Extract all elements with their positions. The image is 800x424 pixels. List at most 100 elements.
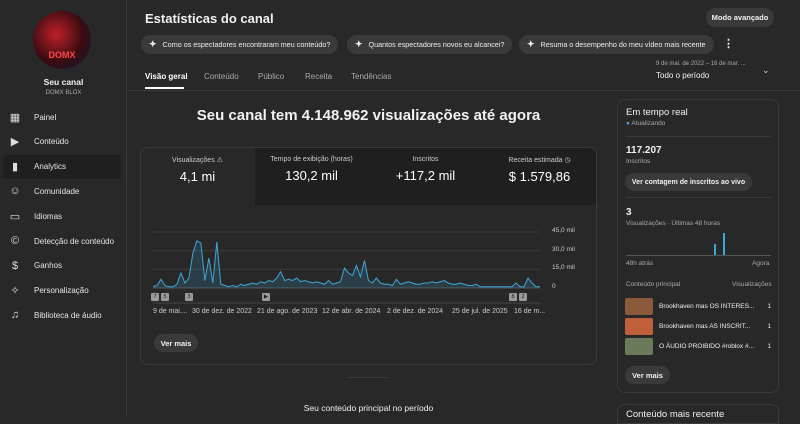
metric-label: Receita estimada (508, 157, 563, 164)
axis-right-label: Agora (752, 260, 770, 267)
copyright-icon: © (10, 235, 20, 247)
x-tick-label: 25 de jul. de 2025 (452, 308, 508, 315)
video-views: 1 (767, 302, 771, 310)
dollar-icon: $ (11, 259, 19, 272)
divider (128, 90, 800, 91)
sidebar-item-label: Analytics (34, 162, 67, 172)
metric-label: Inscritos (412, 156, 439, 163)
realtime-bar[interactable] (713, 244, 716, 255)
sidebar-item-8[interactable]: ♫ Biblioteca de áudio (3, 303, 121, 327)
see-more-button[interactable]: Ver mais (154, 334, 198, 352)
subs-label: Inscritos (626, 158, 651, 165)
divider (347, 377, 388, 378)
metric-watch-time[interactable]: Tempo de exibição (horas) 130,2 mil (255, 149, 368, 204)
realtime-title: Em tempo real (626, 107, 688, 118)
sidebar-item-label: Conteúdo (34, 137, 69, 147)
realtime-bar[interactable] (722, 233, 725, 255)
sidebar-item-0[interactable]: ▦ Painel (3, 105, 121, 129)
sidebar-item-label: Biblioteca de áudio (34, 310, 102, 320)
chip-summary[interactable]: ✦ Resuma o desempenho do meu vídeo mais r… (519, 35, 714, 54)
sidebar-item-2[interactable]: ▮ Analytics (3, 154, 121, 179)
y-tick-label: 45,0 mil (552, 227, 575, 234)
metric-views[interactable]: Visualizações ⚠ 4,1 mi (141, 149, 254, 204)
sidebar: DOMX Seu canal DOMX BLOX ▦ Painel ▶ Conteúd… (0, 0, 127, 417)
more-options-icon[interactable]: ⋮ (723, 37, 734, 50)
metric-value: $ 1.579,86 (508, 169, 571, 184)
page-title: Estatísticas do canal (145, 11, 274, 26)
video-thumbnail (625, 337, 653, 355)
sidebar-item-6[interactable]: $ Ganhos (3, 254, 121, 278)
date-range: 9 de mai. de 2022 – 16 de mar. ... (656, 61, 746, 67)
bottom-section-title: Seu conteúdo principal no período (303, 403, 434, 413)
video-row[interactable]: O ÁUDIO PROIBIDO #roblox #... 1 (625, 337, 771, 355)
sidebar-item-7[interactable]: ✧ Personalização (3, 279, 121, 303)
video-marker[interactable]: 7 (151, 293, 159, 301)
y-tick-label: 15,0 mil (552, 264, 575, 272)
video-views: 1 (767, 322, 771, 330)
content-icon: ▶ (10, 136, 20, 149)
video-title: Brookhaven mas OS INTERES... (659, 302, 755, 310)
community-icon: ☺ (9, 185, 21, 198)
divider (626, 197, 771, 198)
video-marker[interactable]: 3 (185, 293, 193, 301)
col-views-label: Visualizações (732, 281, 772, 288)
tab-trends[interactable]: Tendências (351, 72, 391, 81)
views-area (153, 240, 540, 288)
sidebar-item-label: Painel (34, 112, 57, 122)
tab-revenue[interactable]: Receita (305, 72, 332, 81)
video-marker[interactable]: 5 (161, 293, 169, 301)
metric-label: Visualizações (172, 157, 215, 164)
sidebar-item-1[interactable]: ▶ Conteúdo (3, 130, 121, 154)
realtime-see-more-button[interactable]: Ver mais (625, 366, 670, 384)
video-title: O ÁUDIO PROIBIDO #roblox #... (659, 342, 754, 350)
video-marker[interactable]: 8 (509, 293, 517, 301)
views-chart[interactable] (140, 220, 597, 320)
x-tick-label: 2 de dez. de 2024 (387, 308, 444, 315)
y-tick-label: 0 (552, 283, 556, 290)
tab-overview[interactable]: Visão geral (145, 72, 188, 81)
sidebar-item-label: Comunidade (34, 186, 80, 196)
subs-count: 117.207 (626, 145, 662, 156)
views-label: Visualizações · Últimas 48 horas (626, 220, 721, 227)
metric-revenue[interactable]: Receita estimada ◷ $ 1.579,86 (483, 149, 596, 204)
video-row[interactable]: Brookhaven mas AS INSCRIT... 1 (625, 317, 771, 335)
col-content-label: Conteúdo principal (626, 281, 681, 288)
advanced-mode-button[interactable]: Modo avançado (706, 8, 774, 27)
realtime-status: ● Atualizando (626, 120, 665, 127)
tab-audience[interactable]: Público (258, 72, 284, 81)
chip-discovery[interactable]: ✦ Como os espectadores encontraram meu co… (141, 35, 339, 54)
subtitles-icon: ▭ (9, 210, 21, 223)
period-select[interactable]: Todo o período (656, 71, 709, 80)
analytics-icon: ▮ (11, 161, 19, 174)
avatar[interactable]: DOMX (33, 11, 91, 69)
audio-library-icon: ♫ (10, 309, 20, 322)
x-tick-label: 30 de dez. de 2022 (192, 308, 252, 315)
video-marker[interactable]: 2 (519, 293, 527, 301)
headline: Seu canal tem 4.148.962 visualizações at… (196, 107, 541, 124)
metric-value: +117,2 mil (395, 168, 456, 183)
sidebar-item-label: Detecção de conteúdo (34, 236, 115, 246)
live-subs-button[interactable]: Ver contagem de inscritos ao vivo (625, 173, 752, 191)
metric-label: Tempo de exibição (horas) (270, 156, 353, 163)
metric-value: 4,1 mi (179, 169, 216, 184)
chevron-down-icon[interactable]: ⌄ (762, 65, 770, 76)
warning-icon: ⚠ (216, 157, 223, 164)
tab-content[interactable]: Conteúdo (204, 72, 239, 81)
metric-subscribers[interactable]: Inscritos +117,2 mil (369, 149, 482, 204)
video-title: Brookhaven mas AS INSCRIT... (659, 322, 751, 330)
x-tick-label: 16 de m... (514, 308, 546, 315)
sidebar-item-5[interactable]: © Detecção de conteúdo (3, 229, 121, 253)
video-views: 1 (767, 342, 771, 350)
sidebar-item-label: Idiomas (34, 211, 63, 221)
tab-indicator (145, 87, 184, 89)
video-row[interactable]: Brookhaven mas OS INTERES... 1 (625, 297, 771, 315)
channel-label: Seu canal (43, 77, 84, 87)
video-marker[interactable]: ▶ (262, 293, 270, 301)
axis-left-label: 48h atrás (626, 260, 654, 267)
clock-icon: ◷ (564, 157, 571, 164)
sidebar-item-4[interactable]: ▭ Idiomas (3, 204, 121, 228)
sidebar-item-3[interactable]: ☺ Comunidade (3, 179, 121, 203)
realtime-axis (626, 255, 771, 256)
chip-new-viewers[interactable]: ✦ Quantos espectadores novos eu alcancei? (347, 35, 513, 54)
sparkle-icon: ✦ (527, 39, 535, 49)
